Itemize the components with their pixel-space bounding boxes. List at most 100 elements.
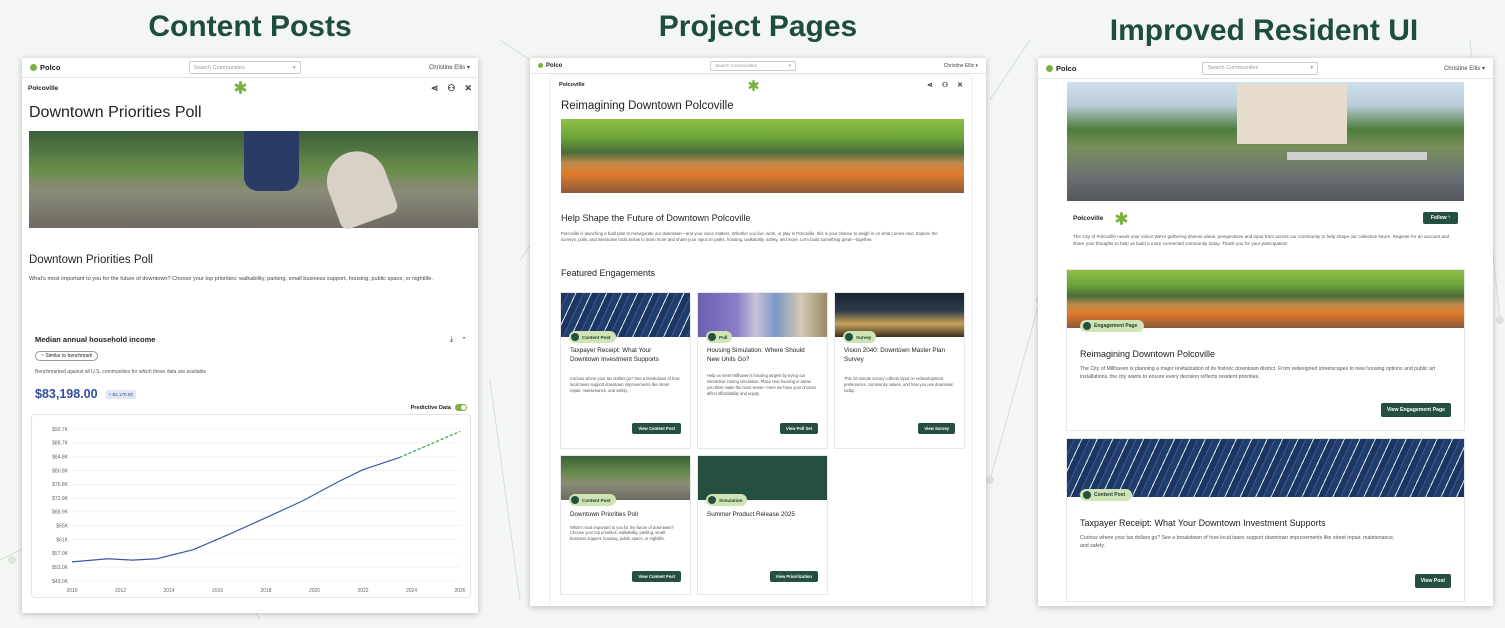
share-icon[interactable]: ⋖	[431, 83, 439, 94]
post-body: What's most important to you for the fut…	[29, 276, 433, 282]
income-line-chart: $49.0K $53.0K $57.0K $61K $65K $68.9K $72.9K $7…	[52, 427, 466, 594]
card-body: What's most important to you for the fut…	[570, 524, 674, 542]
card-body: Curious where your tax dollars go? See a…	[570, 376, 680, 393]
section-body: Polcoville is launching a bold plan to r…	[561, 231, 938, 243]
brand-logo[interactable]: Polco	[1046, 64, 1076, 73]
heading-content-posts: Content Posts	[148, 10, 352, 43]
engagement-card[interactable]: Content Post Taxpayer Receipt: What Your…	[1067, 439, 1464, 601]
search-placeholder: Search Communities	[1207, 65, 1259, 71]
metric-title: Median annual household income	[35, 335, 156, 344]
user-menu[interactable]: Christine Ellis ▾	[944, 63, 978, 69]
community-name[interactable]: Polcoville	[559, 82, 585, 88]
y-tick-label: $49.0K	[52, 579, 69, 585]
card-tag: Content Post	[569, 331, 616, 343]
chart-frame: $49.0K $53.0K $57.0K $61K $65K $68.9K $72.9K $7…	[31, 414, 471, 599]
y-tick-label: $88.7K	[52, 441, 69, 447]
card-tag: Simulation	[706, 494, 748, 506]
benchmark-note: Benchmarked against all U.S. communities…	[35, 369, 207, 375]
close-icon[interactable]: ✕	[957, 81, 963, 89]
brand-logo[interactable]: Polco	[30, 63, 60, 72]
community-bar: Polcoville ⋖ ⚇ ✕	[551, 76, 971, 94]
chevron-down-icon: ▾	[292, 64, 296, 71]
card-tag-label: Simulation	[719, 497, 743, 503]
engagement-card[interactable]: Simulation Summer Product Release 2025 V…	[698, 456, 827, 594]
card-tag-label: Survey	[856, 334, 872, 340]
community-name[interactable]: Polcoville	[28, 85, 58, 92]
share-icon[interactable]: ⋖	[927, 81, 933, 89]
y-tick-label: $92.7K	[52, 427, 69, 433]
heading-improved-resident-ui: Improved Resident UI	[1109, 14, 1419, 47]
view-post-button[interactable]: View Post	[1414, 574, 1451, 588]
download-icon[interactable]: ⤓	[450, 336, 453, 344]
y-tick-label: $80.8K	[52, 469, 69, 475]
community-logo-icon	[234, 81, 247, 94]
x-tick-label: 2016	[212, 588, 223, 594]
x-tick-label: 2010	[66, 588, 77, 594]
engagement-card[interactable]: Content Post Taxpayer Receipt: What Your…	[561, 293, 690, 448]
x-tick-label: 2014	[163, 588, 174, 594]
search-input[interactable]: Search Communities ▾	[710, 60, 797, 71]
y-tick-label: $84.8K	[52, 455, 69, 461]
engagement-card[interactable]: Survey Vision 2040: Downtown Master Plan…	[835, 293, 964, 448]
community-body: The City of Polcoville needs your voice!…	[1073, 234, 1450, 246]
chevron-up-icon[interactable]: ⌃	[461, 336, 467, 344]
panel-content-posts: Polco Search Communities ▾ Christine Elli…	[22, 58, 478, 613]
close-icon[interactable]: ✕	[464, 83, 472, 94]
chevron-down-icon: ▾	[1310, 65, 1314, 71]
view-content-post-button[interactable]: View Content Post	[632, 423, 681, 434]
predictive-toggle[interactable]	[455, 404, 467, 412]
content-post-icon	[571, 496, 579, 504]
brand-name: Polco	[546, 62, 563, 69]
community-name[interactable]: Polcoville	[1073, 215, 1103, 222]
add-user-icon[interactable]: ⚇	[447, 83, 455, 94]
view-poll-set-button[interactable]: View Poll Set	[780, 423, 818, 434]
income-series-line	[71, 457, 400, 563]
brand-name: Polco	[40, 63, 61, 72]
card-title: Taxpayer Receipt: What Your Downtown Inv…	[1080, 518, 1326, 528]
metric-delta: + $4,170.00	[105, 389, 136, 399]
brand-logo[interactable]: Polco	[538, 63, 562, 69]
search-input[interactable]: Search Communities ▾	[1202, 61, 1319, 75]
hero-image-cafe	[561, 119, 964, 193]
view-survey-button[interactable]: View Survey	[918, 423, 955, 434]
hero-image-runner	[29, 131, 478, 232]
follow-button[interactable]: Follow ◝	[1422, 212, 1458, 224]
add-user-icon[interactable]: ⚇	[942, 81, 948, 89]
heading-project-pages: Project Pages	[658, 10, 858, 43]
top-nav: Polco Search Communities ▾ Christine Elli…	[530, 58, 986, 74]
engagement-card[interactable]: Engagement Page Reimagining Downtown Pol…	[1067, 270, 1464, 430]
predicted-series-line	[399, 431, 461, 459]
engagement-card[interactable]: Poll Housing Simulation: Where Should Ne…	[698, 293, 827, 448]
user-menu[interactable]: Christine Ellis ▾	[429, 64, 470, 71]
metric-card: Median annual household income ⤓ ⌃ ~ Simi…	[29, 335, 473, 610]
engagement-card[interactable]: Content Post Downtown Priorities Poll Wh…	[561, 456, 690, 594]
card-tag-label: Content Post	[582, 334, 611, 340]
user-menu[interactable]: Christine Ellis ▾	[1444, 65, 1485, 72]
benchmark-chip-label: Similar to benchmark	[45, 353, 93, 359]
polco-logo-icon	[30, 64, 37, 71]
y-tick-label: $57.0K	[52, 551, 69, 557]
card-tag: Engagement Page	[1080, 320, 1145, 332]
hero-title: Reimagining Downtown Polcoville	[561, 100, 734, 112]
survey-icon	[845, 333, 853, 341]
y-tick-label: $76.8K	[52, 482, 69, 488]
card-tag: Survey	[843, 331, 877, 343]
brand-name: Polco	[1056, 63, 1077, 73]
y-tick-label: $68.9K	[52, 510, 69, 516]
card-tag: Poll	[706, 331, 733, 343]
hero-image-street	[1067, 82, 1464, 201]
chevron-down-icon: ▾	[788, 62, 792, 68]
page-title: Downtown Priorities Poll	[29, 104, 202, 121]
card-tag: Content Post	[569, 494, 616, 506]
top-nav: Polco Search Communities ▾ Christine Elli…	[1038, 58, 1493, 79]
community-bar: Polcoville ⋖ ⚇ ✕	[22, 78, 478, 98]
search-input[interactable]: Search Communities ▾	[188, 61, 301, 74]
x-tick-label: 2012	[115, 588, 126, 594]
user-name: Christine Ellis	[943, 62, 975, 69]
view-engagement-page-button[interactable]: View Engagement Page	[1380, 403, 1451, 417]
view-prioritization-button[interactable]: View Prioritization	[769, 571, 818, 582]
predictive-label: Predictive Data	[410, 404, 451, 411]
community-logo-icon	[1115, 211, 1129, 225]
x-tick-label: 2024	[406, 588, 417, 594]
view-content-post-button[interactable]: View Content Post	[632, 571, 681, 582]
